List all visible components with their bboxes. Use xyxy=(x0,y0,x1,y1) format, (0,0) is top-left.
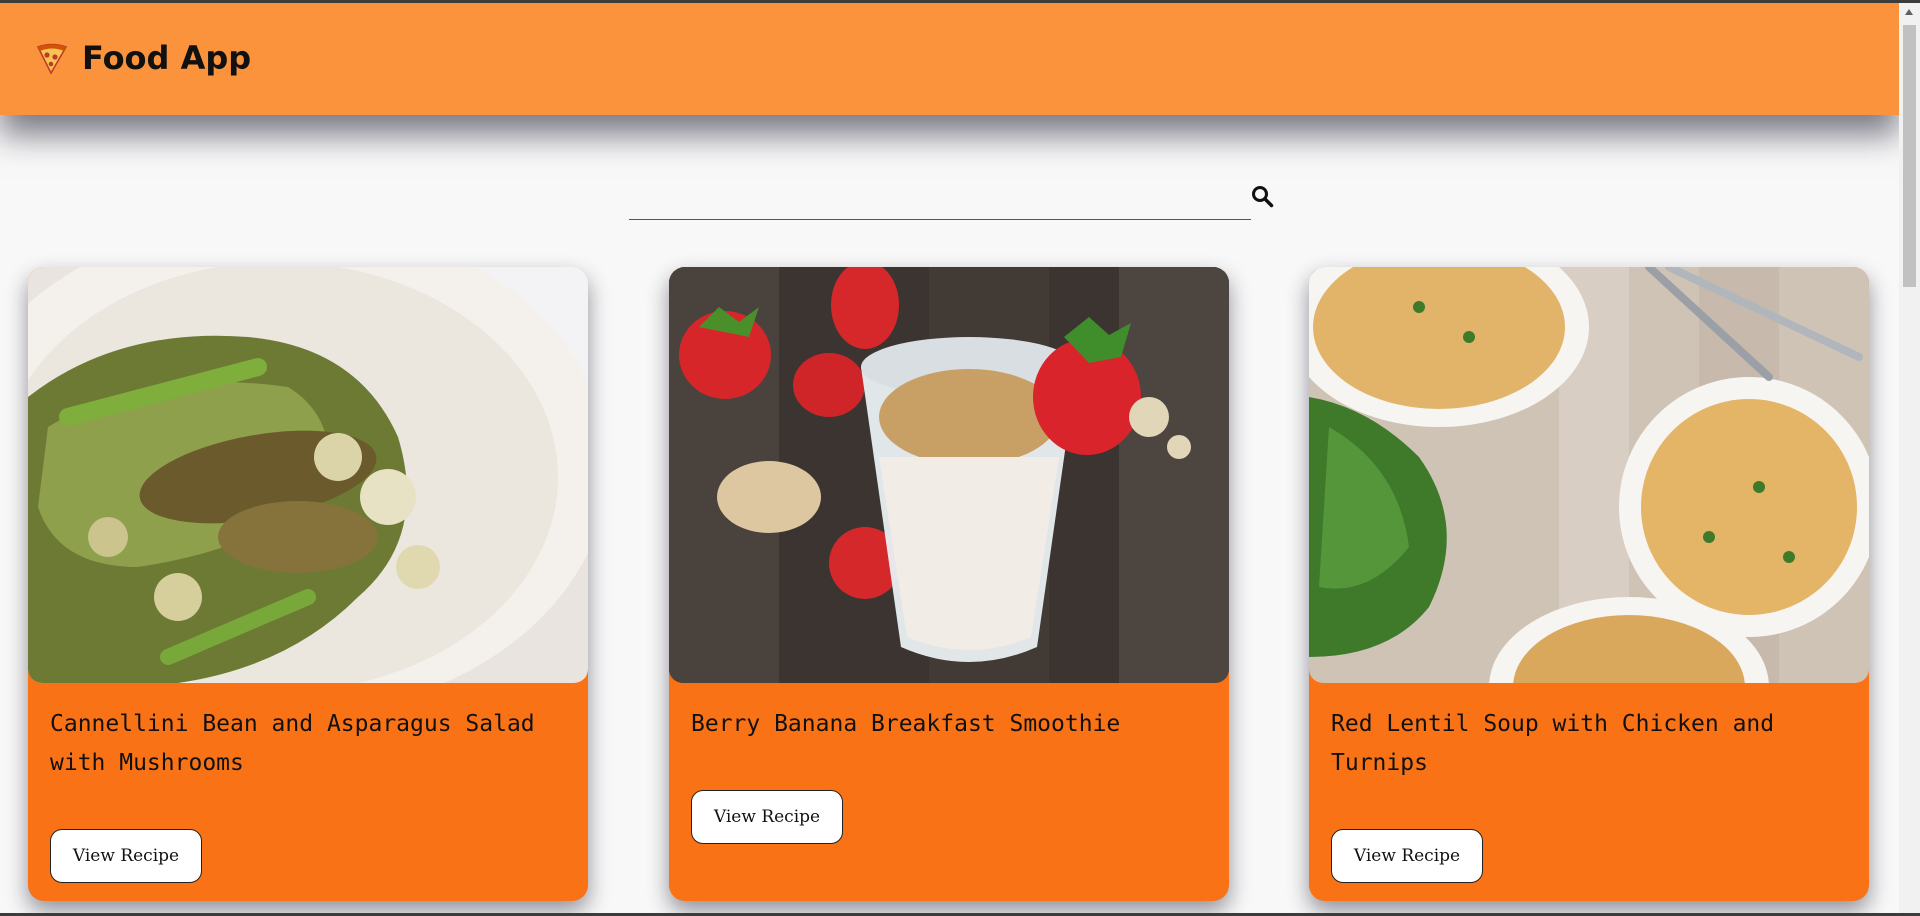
recipe-card: Red Lentil Soup with Chicken and Turnips… xyxy=(1309,267,1869,901)
scroll-up-arrow-icon[interactable] xyxy=(1905,9,1913,15)
app-title: Food App xyxy=(82,39,252,77)
scroll-thumb[interactable] xyxy=(1903,25,1916,287)
pizza-icon xyxy=(36,43,68,75)
recipe-image-salad[interactable] xyxy=(28,267,588,683)
recipe-image-smoothie[interactable] xyxy=(669,267,1229,683)
search-icon xyxy=(1252,186,1274,208)
search-bar xyxy=(629,175,1274,220)
recipe-title: Berry Banana Breakfast Smoothie xyxy=(691,711,1121,737)
view-recipe-button[interactable]: View Recipe xyxy=(50,829,202,883)
recipe-card: Cannellini Bean and Asparagus Salad with… xyxy=(28,267,588,901)
view-recipe-button[interactable]: View Recipe xyxy=(1331,829,1483,883)
search-input[interactable] xyxy=(629,175,1251,220)
search-button[interactable] xyxy=(1247,181,1277,211)
view-recipe-button[interactable]: View Recipe xyxy=(691,790,843,844)
app-header: Food App xyxy=(0,3,1899,115)
page-viewport: Food App Cannellini Bean and Asparagus S… xyxy=(0,3,1899,913)
vertical-scrollbar[interactable] xyxy=(1899,3,1920,913)
brand[interactable]: Food App xyxy=(34,33,251,83)
recipe-title: Red Lentil Soup with Chicken and Turnips xyxy=(1331,711,1775,776)
recipe-title: Cannellini Bean and Asparagus Salad with… xyxy=(50,711,535,776)
recipe-image-soup[interactable] xyxy=(1309,267,1869,683)
recipe-card: Berry Banana Breakfast Smoothie View Rec… xyxy=(669,267,1229,901)
